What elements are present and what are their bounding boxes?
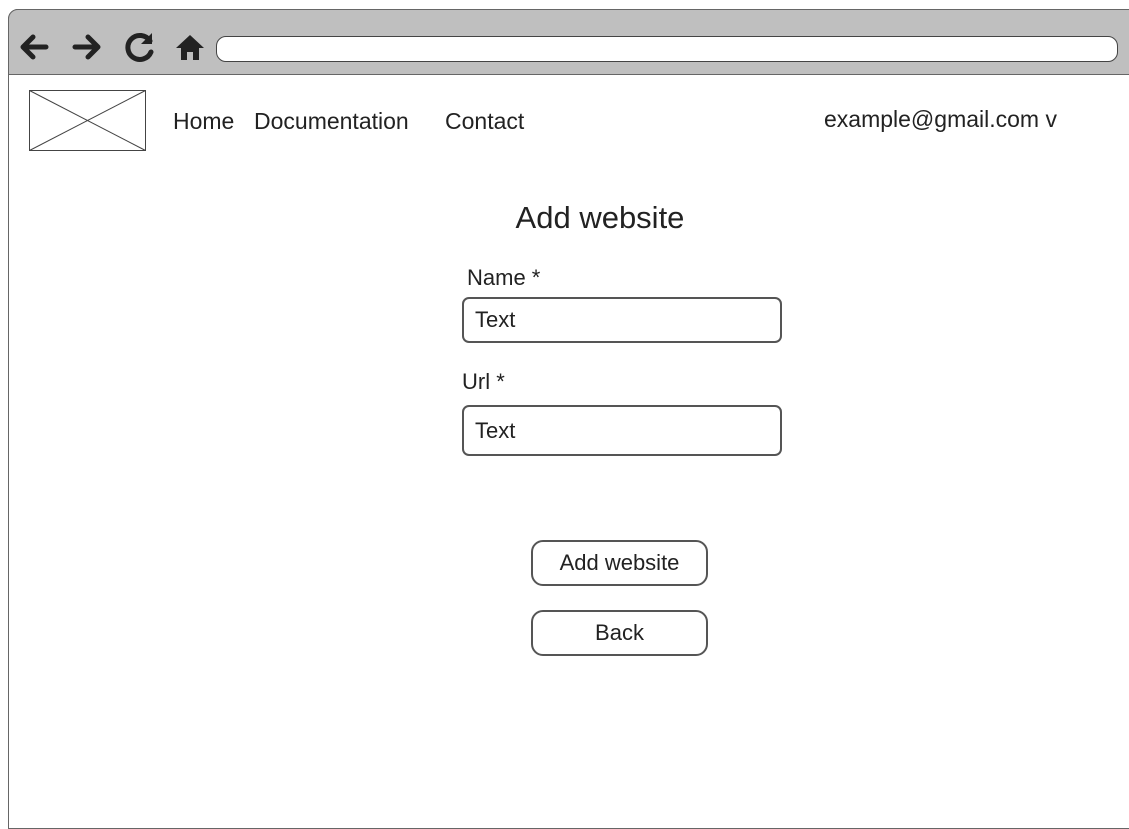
page-title: Add website xyxy=(515,200,685,235)
back-button[interactable]: Back xyxy=(531,610,708,656)
address-bar[interactable] xyxy=(216,36,1118,62)
forward-arrow-icon[interactable] xyxy=(71,30,105,64)
user-account-dropdown[interactable]: example@gmail.com v xyxy=(824,106,1057,133)
nav-item-documentation[interactable]: Documentation xyxy=(254,108,409,135)
add-website-button[interactable]: Add website xyxy=(531,540,708,586)
nav-item-home[interactable]: Home xyxy=(173,108,234,135)
logo-placeholder-image xyxy=(29,90,146,151)
back-arrow-icon[interactable] xyxy=(16,30,50,64)
url-input[interactable]: Text xyxy=(462,405,782,456)
name-field-label: Name * xyxy=(467,265,541,290)
reload-icon[interactable] xyxy=(123,30,157,64)
url-field-label: Url * xyxy=(462,369,505,394)
nav-item-contact[interactable]: Contact xyxy=(445,108,524,135)
home-icon[interactable] xyxy=(173,30,207,64)
name-input[interactable]: Text xyxy=(462,297,782,343)
